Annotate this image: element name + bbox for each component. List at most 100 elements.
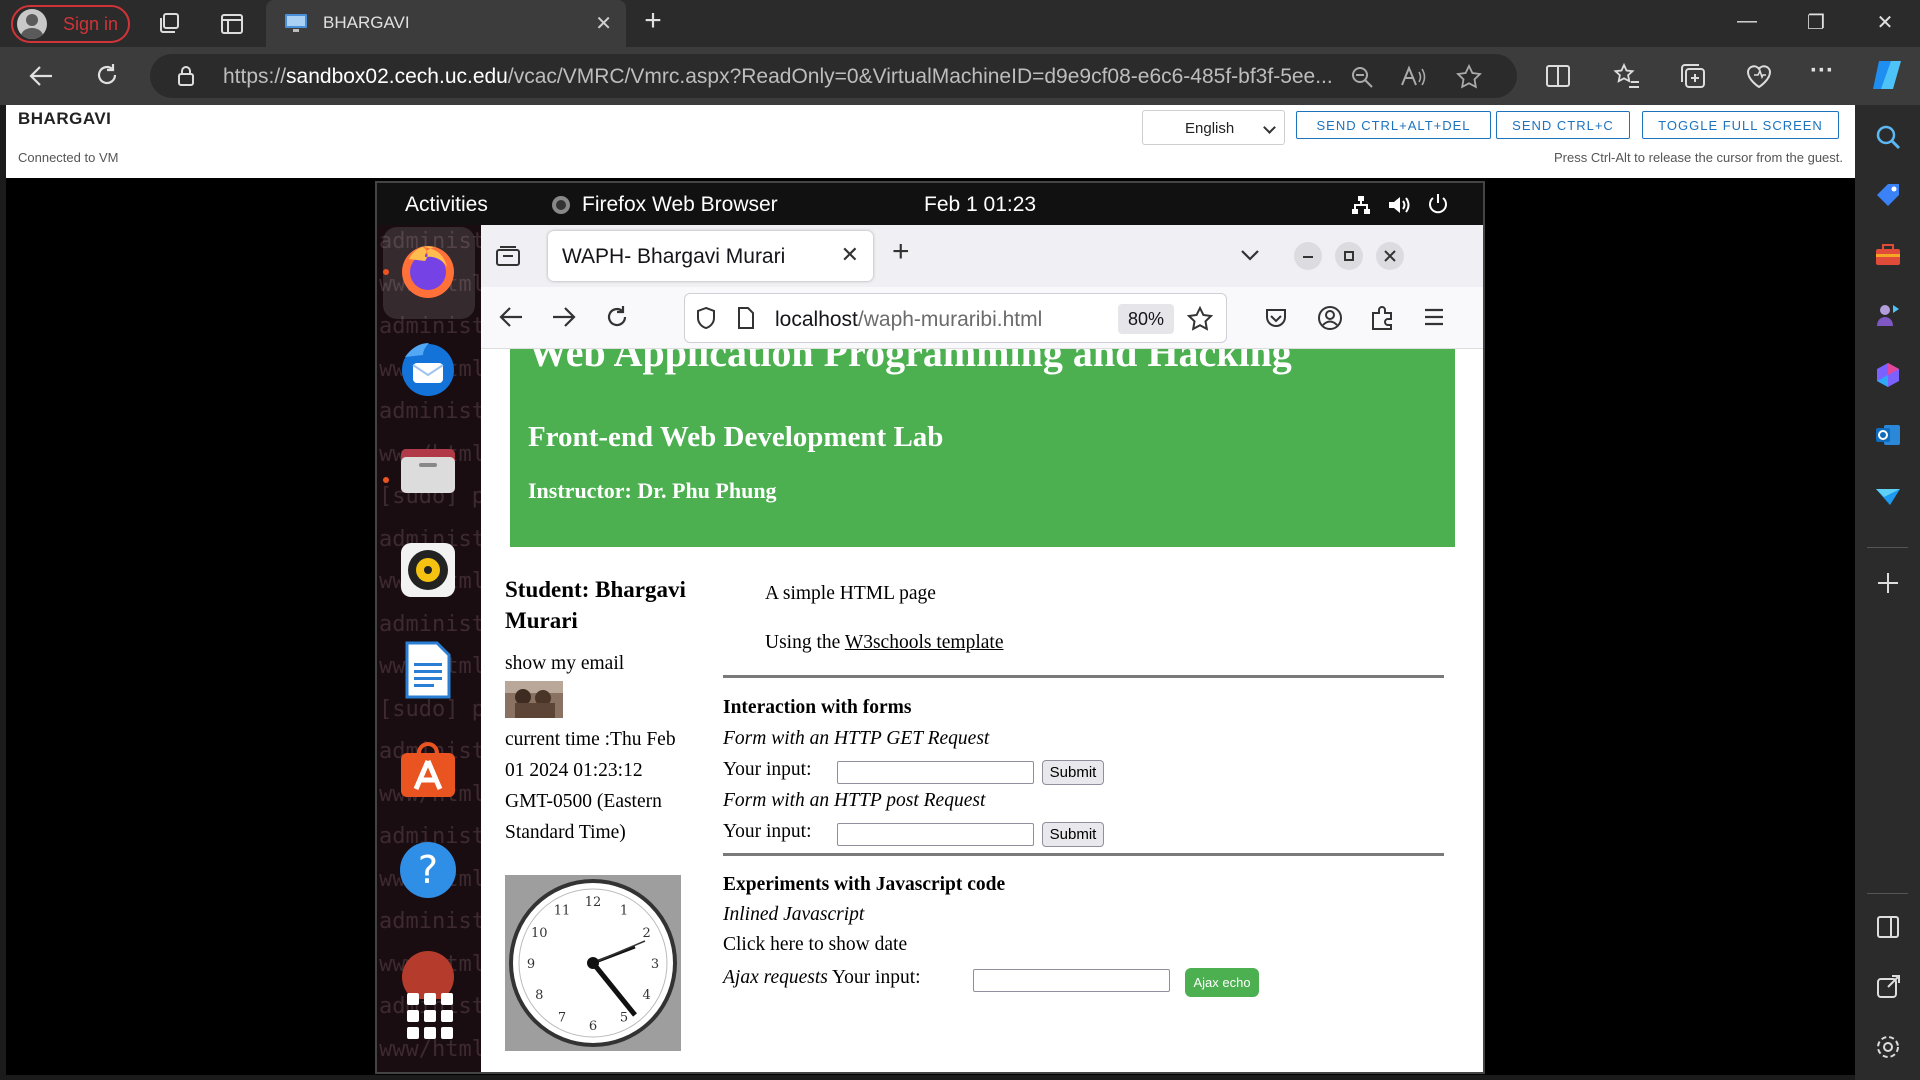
- clock-number: 6: [589, 1019, 597, 1034]
- list-all-tabs-chevron-icon[interactable]: [1240, 248, 1260, 262]
- get-input-field[interactable]: [837, 761, 1034, 784]
- ubuntu-dock: administwww/htmladministwww/htmladminist…: [377, 225, 481, 1072]
- intro-text: A simple HTML page: [765, 583, 936, 604]
- libreoffice-writer-icon[interactable]: [397, 639, 459, 701]
- post-input-field[interactable]: [837, 823, 1034, 846]
- firefox-restore-button[interactable]: [1335, 242, 1363, 270]
- app-menu-icon[interactable]: [1423, 307, 1445, 327]
- clock-number: 11: [554, 903, 571, 918]
- send-ctrl-alt-del-button[interactable]: SEND CTRL+ALT+DEL: [1296, 111, 1491, 139]
- firefox-tab-title: WAPH- Bhargavi Murari: [562, 245, 786, 268]
- ajax-input-field[interactable]: [973, 969, 1170, 992]
- clock-number: 1: [620, 903, 628, 918]
- web-page: Web Application Programming and Hacking …: [481, 349, 1483, 1072]
- power-icon[interactable]: [1427, 193, 1449, 215]
- section-divider: [723, 675, 1444, 678]
- clock-number: 12: [585, 895, 602, 910]
- settings-gear-icon[interactable]: [1874, 1033, 1902, 1061]
- tools-icon[interactable]: [1874, 241, 1902, 269]
- read-aloud-icon[interactable]: [1400, 65, 1426, 89]
- browser-essentials-icon[interactable]: [1745, 62, 1773, 90]
- language-select[interactable]: English: [1142, 110, 1285, 145]
- pocket-icon[interactable]: [1264, 306, 1288, 330]
- files-icon[interactable]: [397, 439, 459, 501]
- lock-icon[interactable]: [177, 66, 195, 86]
- thunderbird-icon[interactable]: [397, 337, 459, 399]
- activities-button[interactable]: Activities: [405, 193, 488, 217]
- help-icon[interactable]: ?: [397, 839, 459, 901]
- ff-address-bar[interactable]: localhost/waph-muraribi.html 80%: [684, 293, 1227, 343]
- instructor-line: Instructor: Dr. Phu Phung: [528, 478, 777, 503]
- toggle-full-screen-button[interactable]: TOGGLE FULL SCREEN: [1642, 111, 1839, 139]
- extensions-icon[interactable]: [1370, 305, 1394, 331]
- page-subheading: Front-end Web Development Lab: [528, 421, 944, 453]
- vmrc-header: BHARGAVI Connected to VM English SEND CT…: [6, 105, 1855, 178]
- ff-back-icon[interactable]: [499, 306, 523, 328]
- favorite-star-icon[interactable]: [1456, 64, 1482, 90]
- add-sidebar-app-icon[interactable]: [1874, 569, 1902, 597]
- rhythmbox-icon[interactable]: [397, 539, 459, 601]
- forms-section-title: Interaction with forms: [723, 697, 912, 718]
- drop-send-icon[interactable]: [1874, 481, 1902, 509]
- show-email-link[interactable]: show my email: [505, 653, 624, 675]
- clock-number: 9: [527, 957, 535, 972]
- network-icon[interactable]: [1350, 194, 1372, 216]
- vm-console[interactable]: Activities Firefox Web Browser Feb 1 01:…: [375, 181, 1485, 1074]
- refresh-icon[interactable]: [94, 62, 120, 88]
- workspaces-icon[interactable]: [156, 11, 182, 37]
- post-submit-button[interactable]: Submit: [1042, 822, 1104, 847]
- get-submit-button[interactable]: Submit: [1042, 760, 1104, 785]
- open-external-icon[interactable]: [1874, 973, 1902, 1001]
- svg-text:?: ?: [418, 848, 438, 892]
- minimize-button[interactable]: —: [1727, 10, 1767, 38]
- hide-sidebar-icon[interactable]: [1874, 913, 1902, 941]
- new-tab-button[interactable]: +: [633, 4, 673, 37]
- tracking-shield-icon[interactable]: [695, 306, 717, 330]
- date-time[interactable]: Feb 1 01:23: [924, 193, 1036, 217]
- search-icon[interactable]: [1874, 123, 1902, 151]
- clock-number: 2: [643, 926, 651, 941]
- firefox-icon[interactable]: [397, 239, 459, 301]
- sign-in-button[interactable]: Sign in: [11, 5, 130, 43]
- favorites-icon[interactable]: [1613, 62, 1641, 90]
- get-input-label: Your input:: [723, 759, 812, 780]
- firefox-minimize-button[interactable]: [1294, 242, 1322, 270]
- firefox-close-button[interactable]: [1376, 242, 1404, 270]
- shopping-tag-icon[interactable]: [1874, 181, 1902, 209]
- split-screen-icon[interactable]: [1545, 64, 1571, 88]
- bookmark-star-icon[interactable]: [1187, 306, 1213, 332]
- firefox-tab-close-icon[interactable]: ✕: [841, 242, 859, 268]
- account-icon[interactable]: [1317, 305, 1343, 331]
- firefox-view-icon[interactable]: [495, 245, 521, 267]
- collections-icon[interactable]: [1679, 62, 1707, 90]
- outlook-icon[interactable]: [1874, 421, 1902, 449]
- restore-button[interactable]: ❐: [1796, 10, 1836, 38]
- ubuntu-software-icon[interactable]: [397, 739, 459, 801]
- w3schools-link[interactable]: W3schools template: [845, 632, 1004, 653]
- ff-reload-icon[interactable]: [605, 305, 629, 329]
- zoom-out-icon[interactable]: [1350, 65, 1374, 89]
- tab-actions-icon[interactable]: [219, 11, 245, 37]
- show-date-clickable[interactable]: Click here to show date: [723, 934, 907, 956]
- copilot-icon[interactable]: [1869, 58, 1905, 92]
- firefox-new-tab-button[interactable]: +: [892, 235, 910, 269]
- volume-icon[interactable]: [1387, 194, 1411, 216]
- connection-status: Connected to VM: [18, 150, 119, 165]
- tab-close-icon[interactable]: ✕: [595, 11, 612, 36]
- send-ctrl-c-button[interactable]: SEND CTRL+C: [1496, 111, 1630, 139]
- zoom-level-button[interactable]: 80%: [1118, 304, 1174, 334]
- address-bar[interactable]: https://sandbox02.cech.uc.edu/vcac/VMRC/…: [150, 54, 1517, 98]
- microsoft-365-icon[interactable]: [1874, 361, 1902, 389]
- partial-app-icon[interactable]: [397, 937, 459, 999]
- browser-tab-active[interactable]: BHARGAVI ✕: [266, 0, 626, 47]
- focused-app-name[interactable]: Firefox Web Browser: [582, 193, 778, 217]
- show-applications-icon[interactable]: [407, 993, 453, 1039]
- page-info-icon[interactable]: [737, 306, 755, 330]
- back-icon[interactable]: [28, 64, 54, 88]
- ff-forward-icon[interactable]: [552, 306, 576, 328]
- more-menu-button[interactable]: ···: [1810, 57, 1834, 85]
- ajax-echo-button[interactable]: Ajax echo: [1185, 968, 1259, 997]
- close-window-button[interactable]: ✕: [1865, 10, 1905, 38]
- firefox-tab-active[interactable]: WAPH- Bhargavi Murari ✕: [548, 231, 873, 281]
- games-icon[interactable]: [1874, 301, 1902, 329]
